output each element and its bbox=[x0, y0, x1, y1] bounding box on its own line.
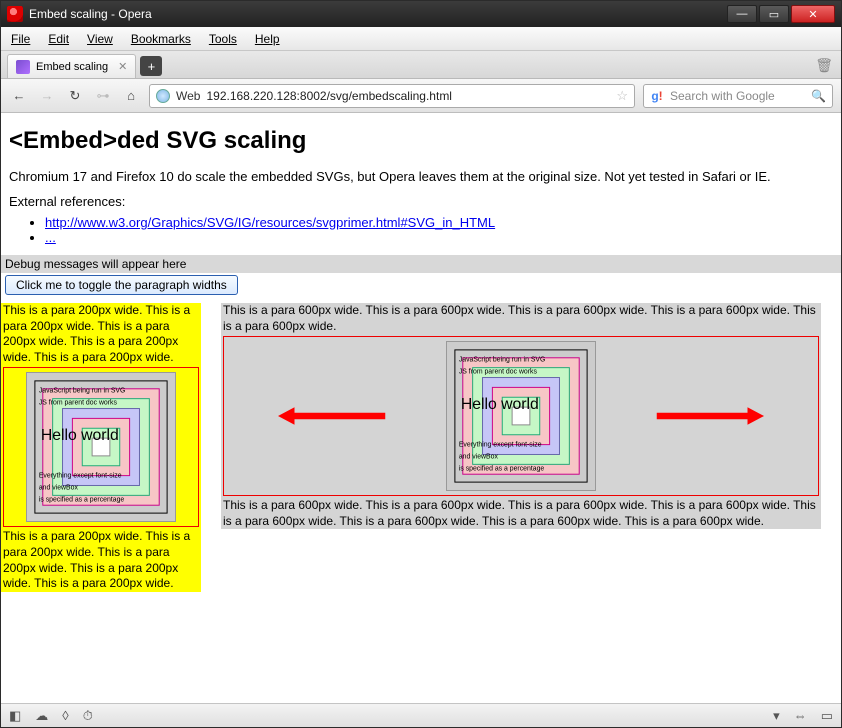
url-input[interactable] bbox=[206, 89, 610, 103]
para-200-bottom: This is a para 200px wide. This is a par… bbox=[1, 529, 201, 591]
menu-tools[interactable]: Tools bbox=[209, 32, 237, 46]
embed-box-600: JavaScript being run in SVG JS from pare… bbox=[223, 336, 819, 496]
view-mode-icon[interactable]: ▭ bbox=[821, 708, 833, 724]
menubar: File Edit View Bookmarks Tools Help bbox=[1, 27, 841, 51]
sync-icon[interactable]: ☁ bbox=[35, 708, 48, 724]
address-bar[interactable]: Web ☆ bbox=[149, 84, 635, 108]
search-bar[interactable]: g! Search with Google 🔍 bbox=[643, 84, 833, 108]
menu-file[interactable]: File bbox=[11, 32, 30, 46]
back-button[interactable]: ← bbox=[9, 86, 29, 106]
menu-help[interactable]: Help bbox=[255, 32, 280, 46]
reference-link-2[interactable]: ... bbox=[45, 230, 56, 245]
web-label: Web bbox=[176, 89, 200, 103]
titlebar: Embed scaling - Opera ― ▭ ✕ bbox=[1, 1, 841, 27]
stretch-arrow-left-icon bbox=[228, 405, 438, 427]
minimize-button[interactable]: ― bbox=[727, 5, 757, 23]
para-600-bottom: This is a para 600px wide. This is a par… bbox=[221, 498, 821, 529]
home-button[interactable]: ⌂ bbox=[121, 86, 141, 106]
new-tab-button[interactable]: + bbox=[140, 56, 162, 76]
svg-text-l5: is specified as a percentage bbox=[39, 497, 125, 504]
maximize-button[interactable]: ▭ bbox=[759, 5, 789, 23]
svg-text-l4: and viewBox bbox=[39, 485, 79, 492]
wand-icon[interactable]: ⊶ bbox=[93, 86, 113, 106]
embedded-svg-600: JavaScript being run in SVG JS from pare… bbox=[446, 341, 596, 491]
column-200px: This is a para 200px wide. This is a par… bbox=[1, 303, 201, 592]
svg-text-l2: JS from parent doc works bbox=[39, 400, 118, 407]
toolbar: ← → ↻ ⊶ ⌂ Web ☆ g! Search with Google 🔍 bbox=[1, 79, 841, 113]
column-600px: This is a para 600px wide. This is a par… bbox=[221, 303, 821, 529]
para-600-top: This is a para 600px wide. This is a par… bbox=[221, 303, 821, 334]
search-placeholder: Search with Google bbox=[670, 89, 805, 103]
closed-tabs-trash-icon[interactable]: 🗑 bbox=[815, 57, 833, 74]
svg-text:Everything except font-size: Everything except font-size bbox=[459, 442, 542, 449]
embed-box-200: JavaScript being run in SVG JS from pare… bbox=[3, 367, 199, 527]
tabbar: Embed scaling ✕ + 🗑 bbox=[1, 51, 841, 79]
statusbar: ◧ ☁ ◊ ⏱ ▾ ⇔ ▭ bbox=[1, 703, 841, 727]
svg-text:and viewBox: and viewBox bbox=[459, 454, 499, 461]
menu-view[interactable]: View bbox=[87, 32, 113, 46]
reference-link-1[interactable]: http://www.w3.org/Graphics/SVG/IG/resour… bbox=[45, 215, 495, 230]
panel-toggle-icon[interactable]: ◧ bbox=[9, 708, 21, 724]
close-button[interactable]: ✕ bbox=[791, 5, 835, 23]
menu-edit[interactable]: Edit bbox=[48, 32, 69, 46]
turbo-icon[interactable]: ⏱ bbox=[83, 708, 93, 724]
favicon-icon bbox=[16, 60, 30, 74]
page-viewport[interactable]: <Embed>ded SVG scaling Chromium 17 and F… bbox=[1, 113, 841, 703]
embedded-svg-200: JavaScript being run in SVG JS from pare… bbox=[26, 372, 176, 522]
toggle-widths-button[interactable]: Click me to toggle the paragraph widths bbox=[5, 275, 238, 295]
menu-bookmarks[interactable]: Bookmarks bbox=[131, 32, 191, 46]
svg-text:is specified as a percentage: is specified as a percentage bbox=[459, 465, 545, 472]
google-icon: g! bbox=[650, 89, 664, 103]
fit-width-icon[interactable]: ⇔ bbox=[794, 708, 807, 723]
para-200-top: This is a para 200px wide. This is a par… bbox=[1, 303, 201, 365]
window-title: Embed scaling - Opera bbox=[29, 7, 727, 21]
reload-button[interactable]: ↻ bbox=[65, 86, 85, 106]
page-heading: <Embed>ded SVG scaling bbox=[9, 127, 833, 155]
reference-list: http://www.w3.org/Graphics/SVG/IG/resour… bbox=[45, 215, 833, 245]
svg-text:Hello world: Hello world bbox=[461, 396, 539, 413]
stretch-arrow-right-icon bbox=[604, 405, 814, 427]
intro-text: Chromium 17 and Firefox 10 do scale the … bbox=[9, 169, 833, 184]
svg-text-hello: Hello world bbox=[41, 427, 119, 444]
tab-close-icon[interactable]: ✕ bbox=[118, 60, 127, 73]
external-references-label: External references: bbox=[9, 194, 833, 209]
debug-message-bar: Debug messages will appear here bbox=[1, 255, 841, 273]
search-icon[interactable]: 🔍 bbox=[811, 89, 826, 103]
tab-title: Embed scaling bbox=[36, 61, 108, 73]
browser-tab[interactable]: Embed scaling ✕ bbox=[7, 54, 136, 78]
zoom-dropdown-icon[interactable]: ▾ bbox=[773, 708, 780, 724]
forward-button[interactable]: → bbox=[37, 86, 57, 106]
opera-logo-icon bbox=[7, 6, 23, 22]
globe-icon bbox=[156, 89, 170, 103]
svg-text:JS from parent doc works: JS from parent doc works bbox=[459, 369, 538, 376]
bookmark-star-icon[interactable]: ☆ bbox=[616, 88, 628, 104]
svg-text-l3: Everything except font-size bbox=[39, 473, 122, 480]
unite-icon[interactable]: ◊ bbox=[62, 708, 68, 723]
svg-text:JavaScript being run in SVG: JavaScript being run in SVG bbox=[459, 357, 546, 364]
svg-text-l1: JavaScript being run in SVG bbox=[39, 388, 126, 395]
